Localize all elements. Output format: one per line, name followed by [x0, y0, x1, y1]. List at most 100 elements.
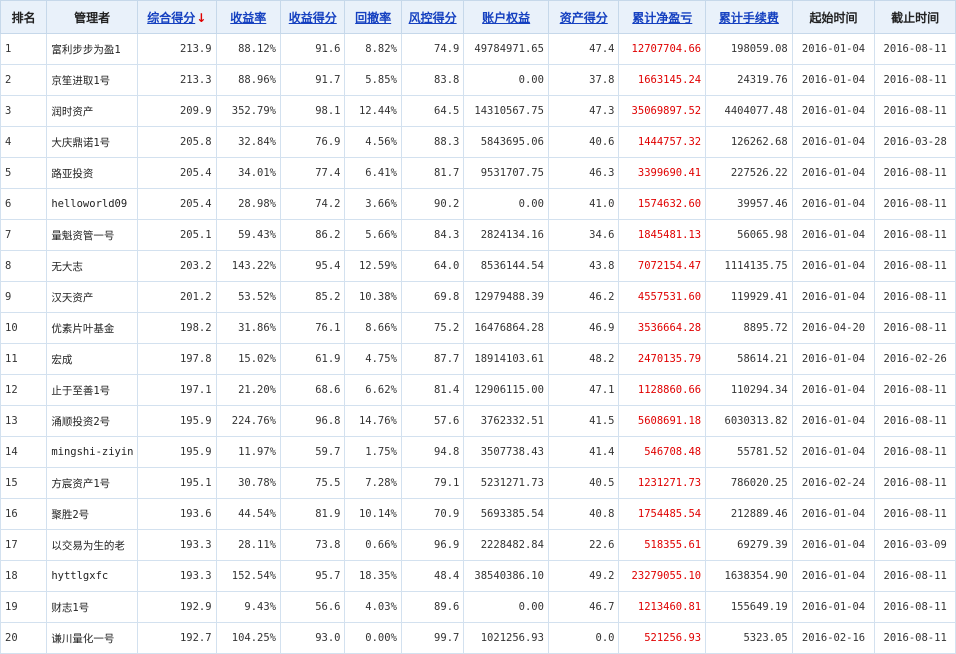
- col-fees[interactable]: 累计手续费: [705, 0, 793, 34]
- return-rate-cell: 32.84%: [215, 126, 282, 158]
- net-pnl-cell: 3399690.41: [618, 157, 707, 189]
- table-row: 11 宏成 197.8 15.02% 61.9 4.75% 87.7 18914103.61 4…: [0, 343, 956, 375]
- manager-name-cell: 汉天资产: [46, 281, 138, 313]
- end-time-cell: 2016-08-11: [874, 219, 956, 251]
- col-manager: 管理者: [46, 0, 138, 34]
- equity-cell: 12979488.39: [463, 281, 549, 313]
- equity-cell: 8536144.54: [463, 250, 549, 282]
- equity-cell: 5231271.73: [463, 467, 549, 499]
- equity-cell: 14310567.75: [463, 95, 549, 127]
- col-risk-score[interactable]: 风控得分: [400, 0, 465, 34]
- equity-cell: 0.00: [463, 64, 549, 96]
- composite-score-cell: 213.3: [136, 64, 217, 96]
- drawdown-cell: 3.66%: [344, 188, 402, 220]
- return-rate-cell: 9.43%: [215, 591, 282, 623]
- col-asset-score[interactable]: 资产得分: [547, 0, 620, 34]
- manager-name-cell: helloworld09: [46, 188, 138, 220]
- table-row: 5 路亚投资 205.4 34.01% 77.4 6.41% 81.7 9531707.75 4…: [0, 157, 956, 189]
- composite-score-cell: 205.4: [136, 157, 217, 189]
- start-time-cell: 2016-01-04: [791, 591, 876, 623]
- equity-cell: 2824134.16: [463, 219, 549, 251]
- end-time-cell: 2016-02-26: [874, 343, 956, 375]
- composite-score-cell: 205.8: [136, 126, 217, 158]
- drawdown-cell: 5.85%: [344, 64, 402, 96]
- return-rate-cell: 352.79%: [215, 95, 282, 127]
- end-time-cell: 2016-03-28: [874, 126, 956, 158]
- return-rate-cell: 59.43%: [215, 219, 282, 251]
- fees-cell: 786020.25: [705, 467, 793, 499]
- sort-risk-score-link[interactable]: 风控得分: [409, 11, 457, 25]
- net-pnl-cell: 1213460.81: [618, 591, 707, 623]
- ranking-table: 排名 管理者 综合得分↓ 收益率 收益得分 回撤率 风控得分 账户权益 资产得分…: [0, 0, 956, 654]
- col-return-rate[interactable]: 收益率: [215, 0, 282, 34]
- composite-score-cell: 193.6: [136, 498, 217, 530]
- return-score-cell: 74.2: [280, 188, 346, 220]
- equity-cell: 12906115.00: [463, 374, 549, 406]
- end-time-cell: 2016-08-11: [874, 591, 956, 623]
- composite-score-cell: 203.2: [136, 250, 217, 282]
- return-score-cell: 95.4: [280, 250, 346, 282]
- sort-asset-score-link[interactable]: 资产得分: [560, 11, 608, 25]
- return-score-cell: 91.6: [280, 33, 346, 65]
- rank-cell: 10: [0, 312, 48, 344]
- start-time-cell: 2016-04-20: [791, 312, 876, 344]
- col-net-pnl[interactable]: 累计净盈亏: [618, 0, 707, 34]
- table-row: 2 京笙进取1号 213.3 88.96% 91.7 5.85% 83.8 0.00 37.8 1…: [0, 64, 956, 96]
- fees-cell: 4404077.48: [705, 95, 793, 127]
- start-time-cell: 2016-01-04: [791, 126, 876, 158]
- start-time-cell: 2016-01-04: [791, 250, 876, 282]
- rank-cell: 5: [0, 157, 48, 189]
- sort-fees-link[interactable]: 累计手续费: [719, 11, 779, 25]
- sort-composite-score-link[interactable]: 综合得分: [147, 11, 195, 25]
- asset-score-cell: 40.5: [547, 467, 620, 499]
- equity-cell: 5693385.54: [463, 498, 549, 530]
- return-score-cell: 91.7: [280, 64, 346, 96]
- fees-cell: 24319.76: [705, 64, 793, 96]
- sort-return-rate-link[interactable]: 收益率: [230, 11, 266, 25]
- fees-cell: 5323.05: [705, 622, 793, 654]
- asset-score-cell: 41.0: [547, 188, 620, 220]
- rank-cell: 14: [0, 436, 48, 468]
- col-drawdown[interactable]: 回撤率: [344, 0, 402, 34]
- risk-score-cell: 81.4: [400, 374, 465, 406]
- end-time-cell: 2016-08-11: [874, 467, 956, 499]
- sort-return-score-link[interactable]: 收益得分: [289, 11, 337, 25]
- col-equity[interactable]: 账户权益: [463, 0, 549, 34]
- composite-score-cell: 205.1: [136, 219, 217, 251]
- return-score-cell: 77.4: [280, 157, 346, 189]
- composite-score-cell: 195.9: [136, 405, 217, 437]
- col-return-score[interactable]: 收益得分: [280, 0, 346, 34]
- sort-equity-link[interactable]: 账户权益: [482, 11, 530, 25]
- rank-cell: 2: [0, 64, 48, 96]
- start-time-cell: 2016-01-04: [791, 498, 876, 530]
- risk-score-cell: 81.7: [400, 157, 465, 189]
- manager-name-cell: 谦川量化一号: [46, 622, 138, 654]
- asset-score-cell: 49.2: [547, 560, 620, 592]
- net-pnl-cell: 5608691.18: [618, 405, 707, 437]
- composite-score-cell: 213.9: [136, 33, 217, 65]
- return-score-cell: 98.1: [280, 95, 346, 127]
- equity-cell: 38540386.10: [463, 560, 549, 592]
- asset-score-cell: 46.2: [547, 281, 620, 313]
- return-score-cell: 81.9: [280, 498, 346, 530]
- end-time-cell: 2016-08-11: [874, 374, 956, 406]
- start-time-cell: 2016-01-04: [791, 560, 876, 592]
- manager-name-cell: 京笙进取1号: [46, 64, 138, 96]
- sort-net-pnl-link[interactable]: 累计净盈亏: [632, 11, 692, 25]
- return-score-cell: 93.0: [280, 622, 346, 654]
- return-rate-cell: 152.54%: [215, 560, 282, 592]
- asset-score-cell: 37.8: [547, 64, 620, 96]
- risk-score-cell: 84.3: [400, 219, 465, 251]
- sort-drawdown-link[interactable]: 回撤率: [355, 11, 391, 25]
- table-row: 9 汉天资产 201.2 53.52% 85.2 10.38% 69.8 12979488.3…: [0, 281, 956, 313]
- return-score-cell: 75.5: [280, 467, 346, 499]
- table-row: 7 量魁资管一号 205.1 59.43% 86.2 5.66% 84.3 2824134.1…: [0, 219, 956, 251]
- start-time-cell: 2016-02-24: [791, 467, 876, 499]
- return-score-cell: 76.1: [280, 312, 346, 344]
- col-composite-score[interactable]: 综合得分↓: [136, 0, 217, 34]
- risk-score-cell: 64.5: [400, 95, 465, 127]
- rank-cell: 9: [0, 281, 48, 313]
- composite-score-cell: 197.8: [136, 343, 217, 375]
- rank-cell: 6: [0, 188, 48, 220]
- drawdown-cell: 4.03%: [344, 591, 402, 623]
